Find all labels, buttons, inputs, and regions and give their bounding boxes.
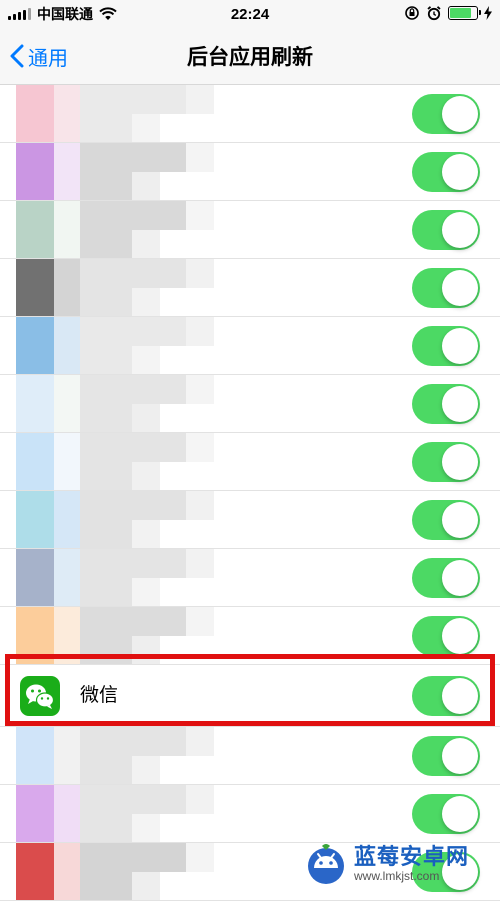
toggle-knob (442, 212, 478, 248)
app-row-obscured (0, 201, 500, 259)
background-refresh-toggle[interactable] (412, 442, 480, 482)
toggle-knob (442, 386, 478, 422)
orientation-lock-icon (405, 6, 419, 20)
toggle-knob (442, 618, 478, 654)
pixelated-app-entry (16, 375, 256, 432)
toggle-knob (442, 678, 478, 714)
app-row-obscured (0, 491, 500, 549)
page-title: 后台应用刷新 (187, 46, 313, 69)
toggle-knob (442, 154, 478, 190)
pixelated-app-entry (16, 433, 256, 490)
background-refresh-toggle[interactable] (412, 676, 480, 716)
app-row-obscured (0, 433, 500, 491)
navigation-bar: 通用 后台应用刷新 (0, 28, 500, 85)
app-name-label: 微信 (80, 685, 119, 706)
toggle-knob (442, 444, 478, 480)
background-refresh-toggle[interactable] (412, 268, 480, 308)
pixelated-app-entry (16, 785, 256, 842)
background-refresh-toggle[interactable] (412, 558, 480, 598)
app-row-obscured (0, 607, 500, 665)
wechat-icon (20, 676, 60, 716)
background-refresh-toggle[interactable] (412, 500, 480, 540)
charging-bolt-icon (484, 6, 492, 20)
site-watermark: 蓝莓安卓网 www.lmkjst.com (304, 841, 494, 887)
toggle-knob (442, 502, 478, 538)
background-refresh-toggle[interactable] (412, 616, 480, 656)
app-row-obscured (0, 85, 500, 143)
background-refresh-toggle[interactable] (412, 326, 480, 366)
watermark-url: www.lmkjst.com (354, 869, 440, 883)
app-row-obscured (0, 549, 500, 607)
app-row-obscured (0, 143, 500, 201)
battery-icon (448, 6, 481, 20)
toggle-knob (442, 270, 478, 306)
pixelated-app-entry (16, 143, 256, 200)
toggle-knob (442, 796, 478, 832)
background-refresh-toggle[interactable] (412, 94, 480, 134)
app-refresh-list: 微信 (0, 85, 500, 901)
pixelated-app-entry (16, 201, 256, 258)
background-refresh-toggle[interactable] (412, 384, 480, 424)
app-row-obscured (0, 259, 500, 317)
android-blueberry-logo-icon (304, 842, 348, 886)
pixelated-app-entry (16, 491, 256, 548)
background-refresh-toggle[interactable] (412, 736, 480, 776)
pixelated-app-entry (16, 549, 256, 606)
pixelated-app-entry (16, 317, 256, 374)
back-button-label: 通用 (28, 47, 68, 70)
toggle-knob (442, 560, 478, 596)
app-row-obscured (0, 375, 500, 433)
watermark-title: 蓝莓安卓网 (354, 844, 470, 869)
app-row-obscured (0, 727, 500, 785)
pixelated-app-entry (16, 727, 256, 784)
app-row-obscured (0, 785, 500, 843)
background-refresh-toggle[interactable] (412, 210, 480, 250)
app-row-obscured (0, 317, 500, 375)
chevron-left-icon (10, 44, 24, 68)
pixelated-app-entry (16, 607, 256, 664)
pixelated-app-entry (16, 85, 256, 142)
alarm-icon (427, 6, 441, 21)
background-refresh-toggle[interactable] (412, 152, 480, 192)
pixelated-app-entry (16, 843, 256, 900)
back-button[interactable]: 通用 (10, 42, 68, 71)
pixelated-app-entry (16, 259, 256, 316)
toggle-knob (442, 328, 478, 364)
app-row-wechat: 微信 (0, 665, 500, 727)
toggle-knob (442, 738, 478, 774)
background-refresh-toggle[interactable] (412, 794, 480, 834)
toggle-knob (442, 96, 478, 132)
status-bar: 中国联通 22:24 (0, 0, 500, 28)
